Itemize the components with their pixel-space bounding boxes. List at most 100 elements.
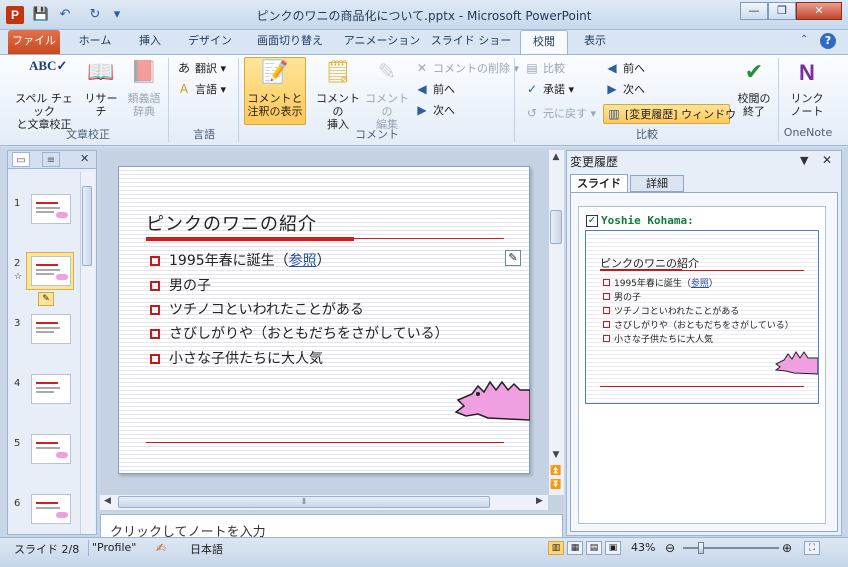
new-comment-icon: 🗒: [324, 60, 352, 85]
spelling-abc-icon: ABC✓: [29, 58, 68, 73]
slide-thumbnail[interactable]: [31, 494, 71, 524]
previous-comment-label: 前へ: [433, 83, 455, 96]
revisions-tab-slide[interactable]: スライド: [570, 174, 628, 192]
bullet-box-icon: [603, 279, 610, 286]
slide-thumbnail[interactable]: [31, 374, 71, 404]
scroll-up-arrow-icon[interactable]: ▲: [549, 152, 563, 162]
spelling-button[interactable]: ABC✓ スペル チェック と文章校正: [10, 58, 78, 131]
slide-horizontal-scroll-thumb[interactable]: ⦀: [118, 496, 490, 508]
bullet-box-icon: [603, 307, 610, 314]
slide-bullet[interactable]: 小さな子供たちに大人気: [150, 348, 323, 368]
group-label-comments: コメント: [355, 128, 399, 141]
language-button[interactable]: A 言語 ▾: [176, 80, 226, 98]
next-comment-icon: ▶: [417, 103, 427, 117]
zoom-out-icon[interactable]: ⊖: [665, 541, 675, 555]
slide-thumbnail[interactable]: [31, 434, 71, 464]
pane-options-icon[interactable]: ▼: [800, 154, 808, 167]
next-comment-button[interactable]: ▶ 次へ: [414, 101, 455, 119]
slide-thumbnail-selected[interactable]: [31, 256, 71, 286]
slide-thumbnail[interactable]: [31, 314, 71, 344]
close-revisions-pane-icon[interactable]: ✕: [822, 153, 832, 167]
tab-file[interactable]: ファイル: [8, 30, 60, 54]
scroll-right-arrow-icon[interactable]: ▶: [536, 496, 543, 506]
slide-bullet[interactable]: 1995年春に誕生（参照）: [150, 250, 331, 270]
slides-pane-scroll-thumb[interactable]: [82, 186, 92, 266]
tab-review[interactable]: 校閲: [520, 30, 568, 55]
thumbnail-star: ☆: [14, 272, 23, 282]
slide-vertical-scrollbar[interactable]: [548, 150, 564, 495]
group-separator: [778, 58, 779, 142]
tab-insert[interactable]: 挿入: [128, 30, 172, 54]
zoom-level[interactable]: 43%: [631, 541, 655, 554]
end-review-label: 校閲の 終了: [737, 92, 771, 118]
slide-bullet[interactable]: 男の子: [150, 275, 211, 295]
maximize-button[interactable]: ❐: [768, 2, 796, 20]
slide-bullet[interactable]: ツチノコといわれたことがある: [150, 299, 364, 319]
tab-home[interactable]: ホーム: [70, 30, 120, 54]
group-label-onenote: OneNote: [783, 126, 833, 139]
reviewing-pane-button[interactable]: ▥ [変更履歴] ウィンドウ: [603, 104, 736, 124]
scroll-down-arrow-icon[interactable]: ▼: [549, 450, 563, 460]
previous-comment-button[interactable]: ◀ 前へ: [414, 80, 455, 98]
normal-view-icon[interactable]: ▥: [548, 541, 564, 555]
edit-comment-button[interactable]: ✎ コメントの 編集: [362, 58, 412, 131]
research-button[interactable]: 📖 リサーチ: [80, 58, 122, 118]
slide-vertical-scroll-thumb[interactable]: [550, 210, 562, 244]
reading-view-icon[interactable]: ▤: [586, 541, 602, 555]
tab-animations[interactable]: アニメーション: [340, 30, 424, 54]
tab-view[interactable]: 表示: [574, 30, 616, 54]
delete-comment-button[interactable]: ✕ コメントの削除 ▾: [414, 59, 519, 77]
linked-notes-label: リンク ノート: [790, 92, 824, 118]
previous-change-icon: ◀: [607, 61, 617, 75]
previous-change-button[interactable]: ◀ 前へ: [604, 59, 645, 77]
slide-sorter-view-icon[interactable]: ▦: [567, 541, 583, 555]
preview-footer-line: [600, 386, 804, 387]
fit-to-window-icon[interactable]: ⛶: [804, 541, 820, 555]
slide-thumbnail[interactable]: [31, 194, 71, 224]
slides-tab-icon[interactable]: ▭: [12, 152, 30, 167]
next-change-button[interactable]: ▶ 次へ: [604, 80, 645, 98]
edit-comment-icon: ✎: [377, 60, 397, 85]
reference-link[interactable]: 参照: [289, 253, 317, 269]
previous-change-label: 前へ: [623, 62, 645, 75]
translate-button[interactable]: あ翻訳 ▾: [176, 59, 226, 77]
next-slide-icon[interactable]: ⏬: [549, 480, 563, 490]
compare-button[interactable]: ▤ 比較: [524, 59, 565, 77]
bullet-text-tail: ）: [316, 253, 331, 269]
outline-tab-icon[interactable]: ≡: [42, 152, 60, 167]
preview-bullet-text: さびしがりや（おともだちをさがしている）: [614, 321, 794, 331]
new-comment-button[interactable]: 🗒 コメントの 挿入: [312, 58, 364, 131]
tab-transitions[interactable]: 画面切り替え: [248, 30, 332, 54]
collapse-ribbon-icon[interactable]: ⌃: [800, 34, 808, 45]
thesaurus-button[interactable]: 📕 類義語 辞典: [124, 58, 164, 118]
close-button[interactable]: ✕: [796, 2, 842, 20]
scroll-left-arrow-icon[interactable]: ◀: [104, 496, 111, 506]
close-slides-pane-icon[interactable]: ✕: [80, 152, 89, 165]
slideshow-view-icon[interactable]: ▣: [605, 541, 621, 555]
linked-notes-button[interactable]: N リンク ノート: [782, 58, 832, 118]
pink-crocodile-illustration[interactable]: [448, 372, 530, 424]
help-icon[interactable]: ?: [820, 33, 836, 49]
comment-indicator-icon[interactable]: ✎: [38, 292, 54, 306]
zoom-slider-thumb[interactable]: [698, 542, 704, 554]
minimize-button[interactable]: —: [740, 2, 768, 20]
zoom-in-icon[interactable]: ⊕: [782, 541, 792, 555]
comment-marker-icon[interactable]: ✎: [505, 250, 521, 266]
reject-button[interactable]: ↺ 元に戻す ▾: [524, 104, 596, 122]
spell-check-status-icon[interactable]: ✍: [156, 541, 166, 555]
reviewing-pane-label: [変更履歴] ウィンドウ: [625, 108, 737, 121]
tab-slideshow[interactable]: スライド ショー: [430, 30, 512, 54]
group-label-proofing: 文章校正: [66, 128, 110, 141]
slide-bullet[interactable]: さびしがりや（おともだちをさがしている）: [150, 323, 449, 343]
group-separator: [168, 58, 169, 142]
slide-title[interactable]: ピンクのワニの紹介: [146, 210, 317, 236]
previous-slide-icon[interactable]: ⏫: [549, 466, 563, 476]
end-review-button[interactable]: ✔ 校閲の 終了: [732, 58, 776, 118]
tab-design[interactable]: デザイン: [180, 30, 240, 54]
language-status[interactable]: 日本語: [190, 541, 223, 557]
revisions-tab-detail[interactable]: 詳細: [630, 175, 684, 192]
preview-bullet-text: 男の子: [614, 293, 642, 303]
accept-button[interactable]: ✓ 承諾 ▾: [524, 80, 574, 98]
group-label-compare: 比較: [636, 128, 658, 141]
revision-checkbox[interactable]: ✓: [586, 215, 598, 227]
